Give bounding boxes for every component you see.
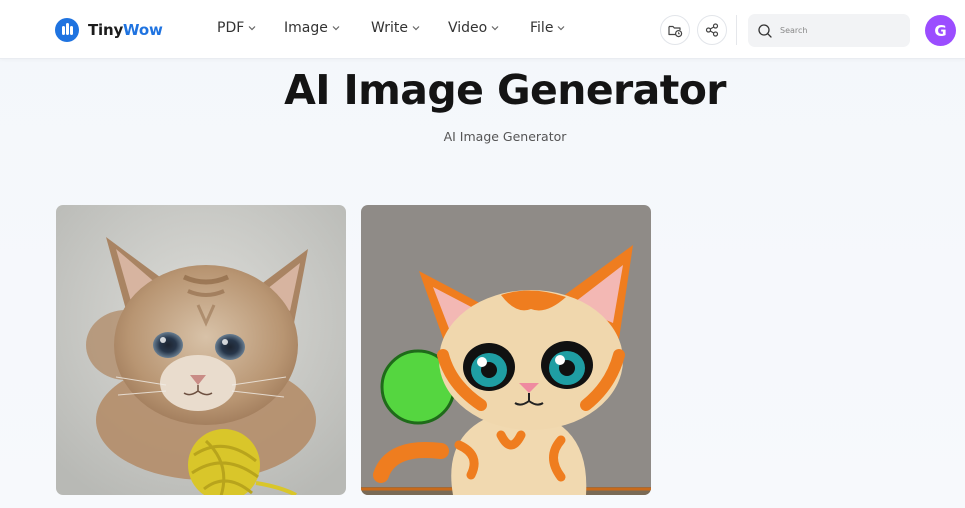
chevron-down-icon — [332, 26, 340, 31]
nav-item-label: Image — [284, 20, 328, 36]
photo-kitten-image — [56, 205, 346, 495]
chevron-down-icon — [491, 26, 499, 31]
share-icon — [705, 23, 719, 37]
page-title: AI Image Generator — [284, 66, 726, 114]
header-divider — [736, 15, 737, 45]
chevron-down-icon — [412, 26, 420, 31]
chevron-down-icon — [558, 26, 565, 31]
search-box[interactable] — [748, 14, 910, 47]
chevron-down-icon — [248, 26, 256, 31]
brand-name-part2: Wow — [123, 21, 163, 39]
share-button[interactable] — [697, 15, 727, 45]
generated-image-photo-kitten[interactable] — [56, 205, 346, 495]
nav-item-image[interactable]: Image — [284, 20, 341, 36]
top-header: TinyWow PDF Image Write Video File Searc… — [0, 0, 965, 59]
avatar-initial: G — [934, 21, 947, 40]
nav-item-file[interactable]: File — [530, 20, 566, 36]
painted-kitten-image — [361, 205, 651, 495]
folder-clock-icon — [668, 25, 683, 38]
search-input[interactable] — [780, 26, 890, 35]
brand-name: TinyWow — [88, 21, 163, 39]
generated-image-painted-kitten[interactable] — [361, 205, 651, 495]
nav-item-pdf[interactable]: PDF — [217, 20, 257, 36]
tinywow-logo[interactable]: TinyWow — [55, 18, 163, 42]
search-icon — [758, 23, 772, 38]
page-subtitle: AI Image Generator — [443, 129, 567, 144]
nav-item-video[interactable]: Video — [448, 20, 500, 36]
nav-item-label: Video — [448, 20, 488, 36]
my-files-button[interactable] — [660, 15, 690, 45]
nav-item-write[interactable]: Write — [371, 20, 421, 36]
brand-name-part1: Tiny — [88, 21, 124, 39]
user-avatar[interactable]: G — [925, 15, 956, 46]
tinywow-logo-icon — [55, 18, 79, 42]
nav-item-label: PDF — [217, 20, 245, 36]
nav-item-label: File — [530, 20, 554, 36]
nav-item-label: Write — [371, 20, 408, 36]
